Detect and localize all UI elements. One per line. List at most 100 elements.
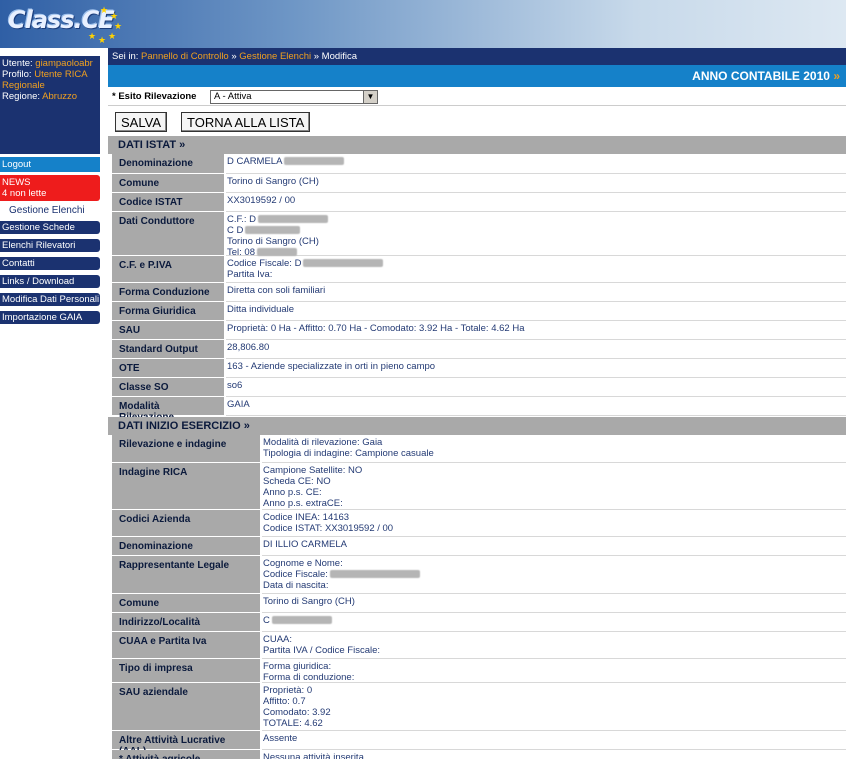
field-value: Torino di Sangro (CH) [226, 174, 846, 193]
field-label: Tipo di impresa [112, 659, 260, 682]
sidebar-item-elenchi-rilevatori[interactable]: Elenchi Rilevatori [0, 239, 100, 252]
table-row: OTE 163 - Aziende specializzate in orti i… [108, 359, 846, 378]
field-value: D CARMELA [226, 154, 846, 174]
field-value: GAIA [226, 397, 846, 416]
logout-link[interactable]: Logout [0, 157, 100, 172]
redacted-blur [245, 226, 301, 235]
sidebar-item-gestione-elenchi[interactable]: Gestione Elenchi [6, 204, 102, 217]
field-label: Classe SO [112, 378, 224, 396]
breadcrumb-sep: » [228, 51, 240, 62]
table-row: Comune Torino di Sangro (CH) [108, 594, 846, 613]
field-value-line: Partita IVA / Codice Fiscale: [263, 645, 381, 656]
field-label: Forma Giuridica [112, 302, 224, 320]
sidebar-item-importazione-gaia[interactable]: Importazione GAIA [0, 311, 100, 324]
field-value: C.F.: DC D Torino di Sangro (CH) Tel: 08 [226, 212, 846, 258]
breadcrumb-sep: » [311, 51, 322, 62]
field-label: Rappresentante Legale [112, 556, 260, 593]
field-value: Torino di Sangro (CH) [262, 594, 846, 613]
field-value-line: Partita Iva: [227, 269, 273, 280]
field-value: Codice INEA: 14163 Codice ISTAT: XX301959… [262, 510, 846, 537]
star-icon: ★ [108, 31, 117, 41]
esito-selected-value: A - Attiva [214, 91, 252, 102]
field-label: OTE [112, 359, 224, 377]
field-value-line: Data di nascita: [263, 580, 329, 591]
field-label: Altre Attività Lucrative (AAL) [112, 731, 260, 757]
field-label: Indirizzo/Località [112, 613, 260, 631]
field-value: 28,806.80 [226, 340, 846, 359]
field-label: Rilevazione e indagine [112, 435, 260, 462]
chevron-down-icon[interactable]: ▼ [363, 91, 377, 103]
field-value-line: Codice Fiscale: D [227, 258, 302, 269]
field-value-line: Codice ISTAT: XX3019592 / 00 [263, 523, 394, 534]
table-row: Classe SO so6 [108, 378, 846, 397]
field-value-line: so6 [227, 380, 243, 391]
field-value: C [262, 613, 846, 632]
sidebar-item-gestione-schede[interactable]: Gestione Schede [0, 221, 100, 234]
field-value-line: Torino di Sangro (CH) [263, 596, 355, 607]
field-value-line: D CARMELA [227, 156, 283, 167]
table-row: Indirizzo/Località C [108, 613, 846, 632]
user-info-box: Utente: giampaoloabr Profilo: Utente RIC… [0, 56, 100, 154]
field-value-line: Torino di Sangro (CH) [227, 236, 319, 247]
field-label: Codice ISTAT [112, 193, 224, 211]
field-value-line: Forma di conduzione: [263, 672, 355, 683]
table-row: Altre Attività Lucrative (AAL)Assente [108, 731, 846, 757]
table-row: Codice ISTAT XX3019592 / 00 [108, 193, 846, 212]
esito-select[interactable]: A - Attiva ▼ [210, 90, 378, 104]
field-value-line: Torino di Sangro (CH) [227, 176, 319, 187]
user-label: Utente: [2, 58, 36, 69]
field-value: Codice Fiscale: D Partita Iva: [226, 256, 846, 283]
table-row: SAU aziendale Proprietà: 0 Affitto: 0.7 Com… [108, 683, 846, 731]
field-label: C.F. e P.IVA [112, 256, 224, 282]
redacted-blur [258, 215, 329, 224]
back-to-list-button[interactable]: TORNA ALLA LISTA [181, 112, 311, 132]
star-icon: ★ [114, 21, 123, 31]
esito-label: * Esito Rilevazione [112, 91, 197, 102]
field-value-line: Modalità di rilevazione: Gaia [263, 437, 383, 448]
redacted-blur [329, 570, 420, 579]
year-bar: ANNO CONTABILE 2010 » [108, 65, 846, 87]
field-value: XX3019592 / 00 [226, 193, 846, 212]
field-value-line: Affitto: 0.7 [263, 696, 306, 707]
field-value-line: 163 - Aziende specializzate in orti in p… [227, 361, 436, 372]
field-value-line: GAIA [227, 399, 250, 410]
field-value-line: DI ILLIO CARMELA [263, 539, 347, 550]
field-value: Campione Satellite: NO Scheda CE: NO Anno … [262, 463, 846, 510]
table-row: Tipo di impresa Forma giuridica: Forma di … [108, 659, 846, 683]
table-row: Denominazione D CARMELA [108, 154, 846, 174]
sidebar: Utente: giampaoloabr Profilo: Utente RIC… [0, 48, 102, 759]
field-value-line: Anno p.s. extraCE: [263, 498, 343, 509]
year-label: ANNO CONTABILE 2010 [692, 69, 830, 83]
field-label: SAU aziendale [112, 683, 260, 730]
news-box[interactable]: NEWS 4 non lette [0, 175, 100, 201]
field-label: Dati Conduttore [112, 212, 224, 255]
star-icon: ★ [88, 31, 97, 41]
field-value: Nessuna attività inserita [262, 750, 846, 759]
double-chevron-icon: » [833, 69, 840, 83]
class-ce-logo[interactable]: Class.CE ★ ★ ★ ★ ★ ★ [4, 4, 124, 45]
breadcrumb-gestione-elenchi[interactable]: Gestione Elenchi [239, 51, 311, 62]
field-value-line: XX3019592 / 00 [227, 195, 296, 206]
section-dati-inizio-esercizio: DATI INIZIO ESERCIZIO » [108, 417, 846, 435]
breadcrumb-pannello[interactable]: Pannello di Controllo [141, 51, 229, 62]
sidebar-item-links-download[interactable]: Links / Download [0, 275, 100, 288]
field-value-line: Tipologia di indagine: Campione casuale [263, 448, 434, 459]
region-value[interactable]: Abruzzo [42, 91, 77, 102]
field-value-line: Nessuna attività inserita [263, 752, 364, 759]
region-label: Regione: [2, 91, 43, 102]
esito-row: * Esito Rilevazione A - Attiva ▼ [108, 88, 846, 106]
table-row: Comune Torino di Sangro (CH) [108, 174, 846, 193]
save-button[interactable]: SALVA [115, 112, 167, 132]
field-value-line: Comodato: 3.92 [263, 707, 331, 718]
main-content: Sei in: Pannello di Controllo » Gestione… [108, 48, 846, 759]
sidebar-item-modifica-dati-personali[interactable]: Modifica Dati Personali [0, 293, 100, 306]
sidebar-item-contatti[interactable]: Contatti [0, 257, 100, 270]
redacted-blur [271, 616, 332, 625]
field-value: Assente [262, 731, 846, 750]
table-row: Codici Azienda Codice INEA: 14163 Codice I… [108, 510, 846, 537]
field-value-line: Codice INEA: 14163 [263, 512, 350, 523]
user-value[interactable]: giampaoloabr [35, 58, 93, 69]
field-value-line: C [263, 615, 270, 626]
breadcrumb: Sei in: Pannello di Controllo » Gestione… [108, 48, 846, 65]
field-label: CUAA e Partita Iva [112, 632, 260, 658]
